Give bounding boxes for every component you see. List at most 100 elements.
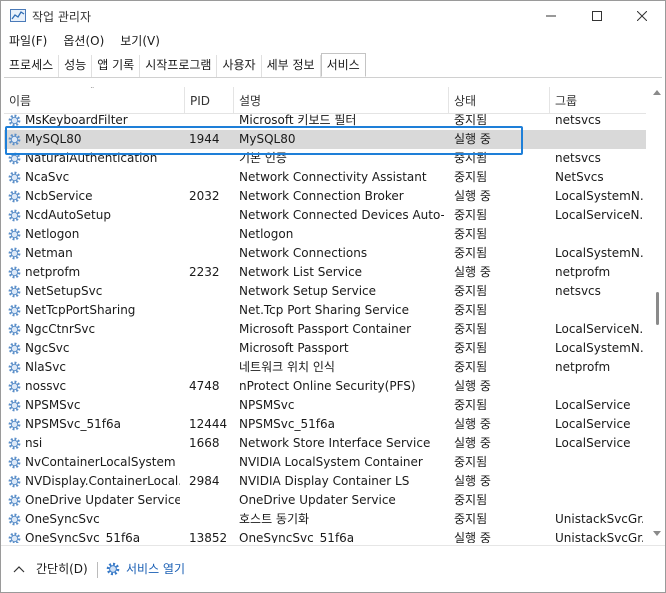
service-group: LocalSystemN... — [555, 246, 643, 260]
service-group: LocalService — [555, 436, 631, 450]
menu-file[interactable]: 파일(F) — [1, 31, 55, 51]
rows-container: MsKeyboardFilter Microsoft 키보드 필터 중지됨 netsv… — [4, 113, 646, 543]
service-pid: 1668 — [189, 436, 220, 450]
service-description: Microsoft Passport Container — [239, 322, 412, 336]
service-row[interactable]: nossvc 4748 nProtect Online Security(PFS) 실… — [4, 377, 646, 396]
column-header-name[interactable]: 이름 — [4, 87, 185, 113]
service-row[interactable]: OneDrive Updater Service OneDrive Updater… — [4, 491, 646, 510]
service-gear-icon — [7, 379, 22, 394]
tab-performance[interactable]: 성능 — [59, 55, 93, 77]
service-pid — [189, 358, 233, 377]
column-header-status[interactable]: 상태 — [449, 87, 550, 113]
close-button[interactable] — [619, 1, 665, 31]
column-header-group[interactable]: 그룹 — [550, 87, 646, 113]
tab-details[interactable]: 세부 정보 — [262, 55, 321, 77]
footer-divider — [97, 562, 98, 578]
service-group — [555, 377, 643, 396]
service-row[interactable]: NetSetupSvc Network Setup Service 중지됨 netsv… — [4, 282, 646, 301]
service-description: 네트워크 위치 인식 — [239, 360, 335, 374]
service-row[interactable]: NcbService 2032 Network Connection Broker 실… — [4, 187, 646, 206]
service-description: Network Connected Devices Auto-... — [239, 208, 444, 222]
service-group — [555, 225, 643, 244]
service-group: netprofm — [555, 265, 611, 279]
service-status: 중지됨 — [454, 360, 488, 374]
menu-options[interactable]: 옵션(O) — [55, 31, 112, 51]
minimize-button[interactable] — [528, 1, 574, 31]
scrollbar-thumb[interactable] — [656, 292, 659, 325]
menu-view[interactable]: 보기(V) — [112, 31, 168, 51]
scroll-down-icon[interactable] — [653, 531, 661, 537]
service-name: OneSyncSvc — [25, 512, 100, 526]
service-gear-icon — [7, 512, 22, 527]
tab-users[interactable]: 사용자 — [217, 55, 262, 77]
service-name: OneSyncSvc_51f6a — [25, 531, 141, 543]
chevron-up-icon — [13, 565, 25, 572]
vertical-scrollbar[interactable] — [651, 87, 663, 543]
service-pid — [189, 282, 233, 301]
maximize-button[interactable] — [574, 1, 620, 31]
service-group — [555, 453, 643, 472]
service-group: LocalServiceN... — [555, 322, 643, 336]
service-row[interactable]: Netlogon Netlogon 중지됨 — [4, 225, 646, 244]
service-group: LocalServiceN... — [555, 208, 643, 222]
service-row[interactable]: NetTcpPortSharing Net.Tcp Port Sharing Se… — [4, 301, 646, 320]
service-pid — [189, 339, 233, 358]
service-name: NVDisplay.ContainerLocal... — [25, 474, 180, 488]
service-row[interactable]: netprofm 2232 Network List Service 실행 중 netp… — [4, 263, 646, 282]
tab-app-history[interactable]: 앱 기록 — [92, 55, 141, 77]
open-services-link[interactable]: 서비스 열기 — [105, 560, 185, 577]
service-row[interactable]: NgcSvc Microsoft Passport 중지됨 LocalSystemN.… — [4, 339, 646, 358]
services-gear-icon — [106, 562, 120, 575]
service-description: OneSyncSvc_51f6a — [239, 531, 355, 543]
tab-bar: 프로세스 성능 앱 기록 시작프로그램 사용자 세부 정보 서비스 — [4, 53, 662, 78]
maximize-icon — [592, 11, 602, 21]
scroll-up-icon[interactable] — [653, 89, 661, 95]
service-pid — [189, 491, 233, 510]
service-gear-icon — [7, 417, 22, 432]
service-pid — [189, 301, 233, 320]
service-row[interactable]: NcaSvc Network Connectivity Assistant 중지됨 N… — [4, 168, 646, 187]
service-description: nProtect Online Security(PFS) — [239, 379, 416, 393]
service-gear-icon — [7, 284, 22, 299]
services-list: ˄ 이름 PID 설명 상태 그룹 MsKeyboardFilter Micros… — [4, 87, 646, 543]
title-bar[interactable]: 작업 관리자 — [1, 1, 665, 31]
column-header-pid[interactable]: PID — [185, 87, 234, 113]
service-description: NPSMSvc — [239, 398, 295, 412]
service-name: NcbService — [25, 189, 93, 203]
service-group: UnistackSvcGr... — [555, 531, 643, 543]
service-group: LocalService — [555, 398, 631, 412]
minimize-icon — [546, 15, 556, 17]
service-row[interactable]: NPSMSvc NPSMSvc 중지됨 LocalService — [4, 396, 646, 415]
service-row[interactable]: NVDisplay.ContainerLocal... 2984 NVIDIA Di… — [4, 472, 646, 491]
service-row[interactable]: NcdAutoSetup Network Connected Devices Au… — [4, 206, 646, 225]
service-row[interactable]: NlaSvc 네트워크 위치 인식 중지됨 netprofm — [4, 358, 646, 377]
service-pid: 2032 — [189, 189, 220, 203]
service-row[interactable]: OneSyncSvc_51f6a 13852 OneSyncSvc_51f6a 실행 … — [4, 529, 646, 543]
column-header-description[interactable]: 설명 — [234, 87, 449, 113]
fewer-details-button[interactable]: 간단히(D) — [13, 560, 88, 577]
service-status: 중지됨 — [454, 284, 488, 298]
service-row[interactable]: NvContainerLocalSystem NVIDIA LocalSystem… — [4, 453, 646, 472]
service-status: 중지됨 — [454, 512, 488, 526]
service-status: 중지됨 — [454, 208, 488, 222]
service-row[interactable]: NgcCtnrSvc Microsoft Passport Container 중지… — [4, 320, 646, 339]
service-description: Network List Service — [239, 265, 363, 279]
tab-services[interactable]: 서비스 — [320, 53, 366, 77]
service-description: Net.Tcp Port Sharing Service — [239, 303, 410, 317]
service-pid: 12444 — [189, 417, 228, 431]
service-gear-icon — [7, 398, 22, 413]
service-row[interactable]: nsi 1668 Network Store Interface Service 실행… — [4, 434, 646, 453]
window-title: 작업 관리자 — [32, 10, 92, 24]
tab-processes[interactable]: 프로세스 — [4, 55, 60, 77]
service-pid: 13852 — [189, 531, 228, 543]
service-gear-icon — [7, 246, 22, 261]
service-row[interactable]: NPSMSvc_51f6a 12444 NPSMSvc_51f6a 실행 중 Local… — [4, 415, 646, 434]
tab-startup[interactable]: 시작프로그램 — [140, 55, 218, 77]
service-row[interactable]: Netman Network Connections 중지됨 LocalSystemN… — [4, 244, 646, 263]
service-group: netsvcs — [555, 284, 601, 298]
service-name: nsi — [25, 436, 43, 450]
service-row[interactable]: OneSyncSvc 호스트 동기화 중지됨 UnistackSvcGr... — [4, 510, 646, 529]
service-name: NetTcpPortSharing — [25, 303, 136, 317]
service-gear-icon — [7, 265, 22, 280]
service-gear-icon — [7, 208, 22, 223]
